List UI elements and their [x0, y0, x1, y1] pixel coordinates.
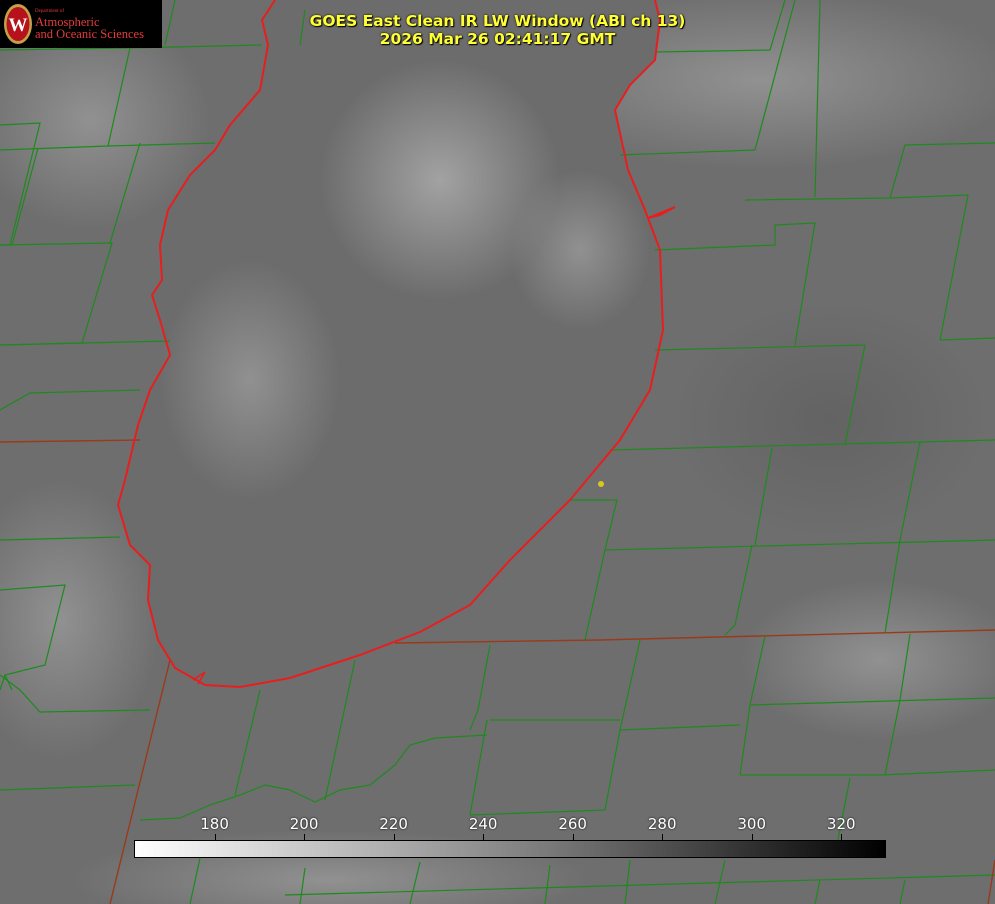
uw-aos-logo: W Department of Atmospheric and Oceanic … — [0, 0, 162, 48]
colorbar-tick-mark — [393, 834, 395, 840]
colorbar-tick-mark — [662, 834, 664, 840]
colorbar-tick-mark — [214, 834, 216, 840]
cloud-over-lake — [160, 260, 340, 500]
satellite-map: { "title": { "line1": "GOES East Clean I… — [0, 0, 995, 904]
colorbar-tick-mark — [841, 834, 843, 840]
dark-patch — [670, 300, 990, 540]
colorbar-tick-mark — [751, 834, 753, 840]
uw-crest-icon: W — [4, 4, 32, 44]
cloud-over-lake — [510, 170, 650, 330]
colorbar-tick-label: 180 — [200, 815, 229, 833]
colorbar-tick-label: 220 — [379, 815, 408, 833]
seal-letter: W — [9, 15, 28, 36]
colorbar-tick-mark — [572, 834, 574, 840]
ir-imagery — [0, 0, 995, 904]
colorbar-tick-label: 320 — [826, 815, 856, 833]
logo-dept-text: Department of — [35, 9, 65, 14]
location-marker — [598, 481, 604, 487]
colorbar-tick-label: 280 — [647, 815, 677, 833]
colorbar-tick-label: 240 — [468, 815, 498, 833]
colorbar-tick-mark — [304, 834, 306, 840]
colorbar-tick-label: 300 — [737, 815, 767, 833]
logo-line-2: and Oceanic Sciences — [35, 27, 144, 41]
colorbar-tick-mark — [483, 834, 485, 840]
colorbar-tick-label: 260 — [558, 815, 587, 833]
colorbar — [134, 840, 886, 858]
colorbar-tick-label: 200 — [289, 815, 319, 833]
